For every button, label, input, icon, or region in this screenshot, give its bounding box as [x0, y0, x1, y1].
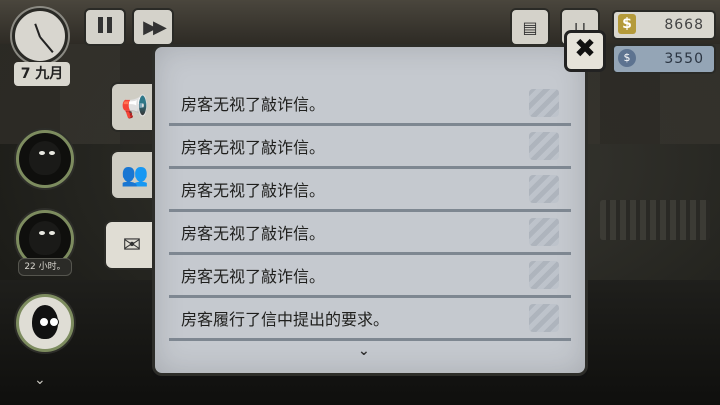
- background-radiator: [600, 200, 710, 240]
- log-entry[interactable]: 房客履行了信中提出的要求。: [169, 298, 571, 341]
- log-entry-text: 房客履行了信中提出的要求。: [181, 310, 390, 329]
- scroll-down-arrow[interactable]: ⌄: [358, 343, 370, 359]
- date-label: 7 九月: [14, 62, 70, 86]
- coin-icon: $: [618, 49, 636, 67]
- log-entry-text: 房客无视了敲诈信。: [181, 267, 326, 286]
- clipboard-icon: ▤: [522, 17, 538, 37]
- close-button[interactable]: ✖: [564, 30, 606, 72]
- fast-forward-button[interactable]: ▶▶: [132, 8, 174, 46]
- log-entry-text: 房客无视了敲诈信。: [181, 181, 326, 200]
- log-entry[interactable]: 房客无视了敲诈信。: [169, 212, 571, 255]
- megaphone-icon: 📢: [121, 94, 149, 120]
- tenant-timer-badge: 22 小时。: [18, 258, 72, 276]
- envelope-stamp-icon: [529, 89, 559, 117]
- dollar-icon: $: [618, 14, 636, 34]
- game-screen: 7 九月 ▶▶ ▤ ⊔ $ 8668 $ 3550 22 小时。 ⌄ 📢 👥 ✉…: [0, 0, 720, 405]
- log-entry-text: 房客无视了敲诈信。: [181, 95, 326, 114]
- tasks-button[interactable]: ▤: [510, 8, 550, 46]
- tenant-portrait-1[interactable]: [16, 130, 74, 188]
- pause-icon: [96, 17, 114, 37]
- points-value: 3550: [664, 51, 704, 67]
- money-value: 8668: [664, 17, 704, 33]
- money-counter: $ 8668: [612, 10, 716, 40]
- log-entry-text: 房客无视了敲诈信。: [181, 138, 326, 157]
- log-entry[interactable]: 房客无视了敲诈信。: [169, 255, 571, 298]
- envelope-stamp-icon: [529, 218, 559, 246]
- expand-tenants-arrow[interactable]: ⌄: [34, 372, 46, 388]
- people-icon: 👥: [121, 162, 149, 188]
- tab-letters[interactable]: ✉: [104, 220, 158, 270]
- log-entry[interactable]: 房客无视了敲诈信。: [169, 83, 571, 126]
- log-entry-text: 房客无视了敲诈信。: [181, 224, 326, 243]
- envelope-stamp-icon: [529, 175, 559, 203]
- log-entry[interactable]: 房客无视了敲诈信。: [169, 126, 571, 169]
- fast-forward-icon: ▶▶: [143, 16, 167, 38]
- points-counter: $ 3550: [612, 44, 716, 74]
- clock-icon: [12, 8, 68, 64]
- envelope-stamp-icon: [529, 132, 559, 160]
- letter-log-panel: 房客无视了敲诈信。 房客无视了敲诈信。 房客无视了敲诈信。 房客无视了敲诈信。 …: [152, 44, 588, 376]
- tab-tenants[interactable]: 👥: [110, 150, 158, 200]
- tenant-portrait-3[interactable]: [16, 294, 74, 352]
- envelope-stamp-icon: [529, 304, 559, 332]
- letter-icon: ✉: [122, 232, 142, 258]
- envelope-stamp-icon: [529, 261, 559, 289]
- pause-button[interactable]: [84, 8, 126, 46]
- tab-announcements[interactable]: 📢: [110, 82, 158, 132]
- letter-log-list: 房客无视了敲诈信。 房客无视了敲诈信。 房客无视了敲诈信。 房客无视了敲诈信。 …: [169, 83, 571, 359]
- log-entry[interactable]: 房客无视了敲诈信。: [169, 169, 571, 212]
